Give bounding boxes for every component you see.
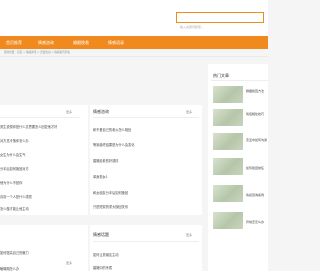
- article-card: 情感咨询 更多 和不爱自己的老公怎么相处 等到最终结果是为什么会变化 婚姻走着的…: [90, 105, 202, 215]
- list-item[interactable]: 如何提高自己的魅力: [0, 250, 82, 255]
- hot-articles-title: 热门文章: [213, 73, 229, 78]
- list-item[interactable]: 暧昧期怎么办: [0, 266, 60, 271]
- list-item[interactable]: 婚姻中的矛盾: [93, 265, 193, 270]
- divider: [211, 80, 268, 81]
- article-thumbnail[interactable]: [213, 158, 243, 175]
- nav-item-marriage[interactable]: 婚姻挽救: [73, 36, 89, 49]
- list-item[interactable]: 女生为什么会生气: [0, 152, 82, 157]
- more-link[interactable]: 更多: [66, 110, 72, 114]
- list-item[interactable]: 对方总冷落你怎么办: [0, 138, 82, 143]
- article-card: 更多 男生说想你是什么意思要怎么回复他才好 对方总冷落你怎么办 女生为什么会生气…: [0, 105, 88, 215]
- hot-article-link[interactable]: 如何挽回前任: [246, 166, 268, 170]
- hot-article-link[interactable]: 情感咨询案例: [246, 193, 268, 197]
- list-item[interactable]: 等到最终结果是为什么会变化: [93, 142, 193, 147]
- list-item[interactable]: 怎么做才能让他主动: [0, 206, 82, 211]
- more-link[interactable]: 更多: [186, 233, 192, 237]
- more-link[interactable]: 更多: [66, 261, 72, 265]
- article-thumbnail[interactable]: [213, 133, 243, 150]
- list-item[interactable]: 和不爱自己的老公怎么相处: [93, 127, 193, 132]
- divider: [93, 241, 199, 242]
- list-item[interactable]: 如何让男朋友主动: [93, 252, 193, 257]
- breadcrumb: 您的位置：首页 > 情感资讯 > 恋爱知识 > 情感资讯列表: [4, 51, 70, 54]
- search-box[interactable]: [176, 12, 264, 32]
- search-input[interactable]: [177, 22, 263, 32]
- article-card: 更多 如何提高自己的魅力 暧昧期怎么办: [0, 225, 88, 271]
- header-bar: [0, 0, 268, 36]
- more-link[interactable]: 更多: [186, 110, 192, 114]
- article-card: 情感话题 更多 如何让男朋友主动 婚姻中的矛盾: [90, 225, 202, 271]
- nav-item-quotes[interactable]: 情感语录: [108, 36, 124, 49]
- hot-article-link[interactable]: 异地恋怎么办: [246, 220, 268, 224]
- list-item[interactable]: 和女朋友分手后如何挽回: [93, 190, 193, 195]
- nav-item-home[interactable]: 首页推荐: [6, 36, 22, 49]
- hot-article-link[interactable]: 婚姻挽回方法: [246, 89, 268, 93]
- list-item[interactable]: 单身男女1: [93, 174, 193, 179]
- main-nav: 首页推荐 情感咨询 婚姻挽救 情感语录: [0, 36, 268, 49]
- divider: [0, 56, 268, 57]
- article-thumbnail[interactable]: [213, 109, 243, 126]
- article-thumbnail[interactable]: [213, 185, 243, 202]
- list-item[interactable]: 男生说想你是什么意思要怎么回复他才好: [0, 124, 82, 129]
- list-item[interactable]: 分手后如何挽回对方: [0, 166, 82, 171]
- article-thumbnail[interactable]: [213, 212, 243, 229]
- list-item[interactable]: 只是短暂的重大挽回关系: [93, 204, 193, 209]
- nav-item-consult[interactable]: 情感咨询: [38, 36, 54, 49]
- card-title: 情感话题: [93, 232, 109, 237]
- list-item[interactable]: 喜欢一个人是什么感觉: [0, 194, 82, 199]
- divider: [0, 117, 80, 118]
- article-thumbnail[interactable]: [213, 86, 243, 103]
- list-item[interactable]: 婚姻走着的好感情: [93, 158, 193, 163]
- divider: [93, 117, 199, 118]
- hot-article-link[interactable]: 恋爱中如何沟通: [246, 138, 268, 142]
- card-title: 情感咨询: [93, 109, 109, 114]
- list-item[interactable]: 他为什么不回你: [0, 180, 82, 185]
- hot-article-link[interactable]: 情侣相处技巧: [246, 112, 268, 116]
